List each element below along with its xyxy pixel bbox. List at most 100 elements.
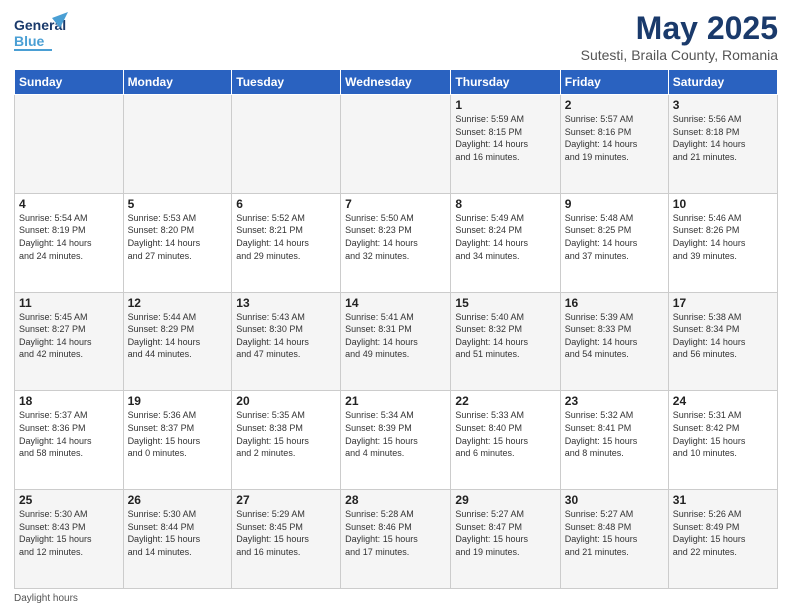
day-number: 20	[236, 394, 336, 408]
calendar-week-3: 11Sunrise: 5:45 AM Sunset: 8:27 PM Dayli…	[15, 292, 778, 391]
calendar-cell: 30Sunrise: 5:27 AM Sunset: 8:48 PM Dayli…	[560, 490, 668, 589]
weekday-header-wednesday: Wednesday	[341, 70, 451, 95]
day-info: Sunrise: 5:49 AM Sunset: 8:24 PM Dayligh…	[455, 212, 555, 262]
day-info: Sunrise: 5:57 AM Sunset: 8:16 PM Dayligh…	[565, 113, 664, 163]
calendar-cell: 16Sunrise: 5:39 AM Sunset: 8:33 PM Dayli…	[560, 292, 668, 391]
day-info: Sunrise: 5:44 AM Sunset: 8:29 PM Dayligh…	[128, 311, 228, 361]
calendar-cell: 29Sunrise: 5:27 AM Sunset: 8:47 PM Dayli…	[451, 490, 560, 589]
day-info: Sunrise: 5:39 AM Sunset: 8:33 PM Dayligh…	[565, 311, 664, 361]
day-number: 24	[673, 394, 773, 408]
day-number: 30	[565, 493, 664, 507]
calendar-cell: 18Sunrise: 5:37 AM Sunset: 8:36 PM Dayli…	[15, 391, 124, 490]
day-number: 29	[455, 493, 555, 507]
weekday-header-friday: Friday	[560, 70, 668, 95]
day-number: 10	[673, 197, 773, 211]
calendar-cell: 25Sunrise: 5:30 AM Sunset: 8:43 PM Dayli…	[15, 490, 124, 589]
weekday-header-row: SundayMondayTuesdayWednesdayThursdayFrid…	[15, 70, 778, 95]
weekday-header-tuesday: Tuesday	[232, 70, 341, 95]
day-info: Sunrise: 5:29 AM Sunset: 8:45 PM Dayligh…	[236, 508, 336, 558]
day-info: Sunrise: 5:50 AM Sunset: 8:23 PM Dayligh…	[345, 212, 446, 262]
day-number: 15	[455, 296, 555, 310]
day-number: 31	[673, 493, 773, 507]
calendar-week-4: 18Sunrise: 5:37 AM Sunset: 8:36 PM Dayli…	[15, 391, 778, 490]
calendar-cell: 21Sunrise: 5:34 AM Sunset: 8:39 PM Dayli…	[341, 391, 451, 490]
day-info: Sunrise: 5:37 AM Sunset: 8:36 PM Dayligh…	[19, 409, 119, 459]
day-number: 7	[345, 197, 446, 211]
calendar-week-1: 1Sunrise: 5:59 AM Sunset: 8:15 PM Daylig…	[15, 95, 778, 194]
day-number: 26	[128, 493, 228, 507]
day-info: Sunrise: 5:40 AM Sunset: 8:32 PM Dayligh…	[455, 311, 555, 361]
day-info: Sunrise: 5:56 AM Sunset: 8:18 PM Dayligh…	[673, 113, 773, 163]
day-number: 21	[345, 394, 446, 408]
calendar-page: General Blue May 2025 Sutesti, Braila Co…	[0, 0, 792, 612]
day-number: 11	[19, 296, 119, 310]
day-number: 9	[565, 197, 664, 211]
calendar-cell: 23Sunrise: 5:32 AM Sunset: 8:41 PM Dayli…	[560, 391, 668, 490]
weekday-header-saturday: Saturday	[668, 70, 777, 95]
calendar-week-5: 25Sunrise: 5:30 AM Sunset: 8:43 PM Dayli…	[15, 490, 778, 589]
day-info: Sunrise: 5:31 AM Sunset: 8:42 PM Dayligh…	[673, 409, 773, 459]
title-section: May 2025 Sutesti, Braila County, Romania	[581, 10, 778, 63]
subtitle: Sutesti, Braila County, Romania	[581, 47, 778, 63]
day-info: Sunrise: 5:46 AM Sunset: 8:26 PM Dayligh…	[673, 212, 773, 262]
calendar-cell: 22Sunrise: 5:33 AM Sunset: 8:40 PM Dayli…	[451, 391, 560, 490]
day-number: 5	[128, 197, 228, 211]
day-info: Sunrise: 5:45 AM Sunset: 8:27 PM Dayligh…	[19, 311, 119, 361]
calendar-cell: 11Sunrise: 5:45 AM Sunset: 8:27 PM Dayli…	[15, 292, 124, 391]
day-number: 2	[565, 98, 664, 112]
calendar-cell: 9Sunrise: 5:48 AM Sunset: 8:25 PM Daylig…	[560, 193, 668, 292]
day-number: 28	[345, 493, 446, 507]
main-title: May 2025	[581, 10, 778, 47]
calendar-cell: 5Sunrise: 5:53 AM Sunset: 8:20 PM Daylig…	[123, 193, 232, 292]
calendar-cell: 4Sunrise: 5:54 AM Sunset: 8:19 PM Daylig…	[15, 193, 124, 292]
calendar-cell: 7Sunrise: 5:50 AM Sunset: 8:23 PM Daylig…	[341, 193, 451, 292]
weekday-header-thursday: Thursday	[451, 70, 560, 95]
calendar-cell: 1Sunrise: 5:59 AM Sunset: 8:15 PM Daylig…	[451, 95, 560, 194]
day-info: Sunrise: 5:48 AM Sunset: 8:25 PM Dayligh…	[565, 212, 664, 262]
day-number: 25	[19, 493, 119, 507]
day-info: Sunrise: 5:36 AM Sunset: 8:37 PM Dayligh…	[128, 409, 228, 459]
weekday-header-monday: Monday	[123, 70, 232, 95]
day-number: 3	[673, 98, 773, 112]
calendar-cell: 10Sunrise: 5:46 AM Sunset: 8:26 PM Dayli…	[668, 193, 777, 292]
header: General Blue May 2025 Sutesti, Braila Co…	[14, 10, 778, 63]
day-info: Sunrise: 5:43 AM Sunset: 8:30 PM Dayligh…	[236, 311, 336, 361]
day-number: 8	[455, 197, 555, 211]
day-info: Sunrise: 5:59 AM Sunset: 8:15 PM Dayligh…	[455, 113, 555, 163]
day-info: Sunrise: 5:41 AM Sunset: 8:31 PM Dayligh…	[345, 311, 446, 361]
calendar-cell: 12Sunrise: 5:44 AM Sunset: 8:29 PM Dayli…	[123, 292, 232, 391]
weekday-header-sunday: Sunday	[15, 70, 124, 95]
calendar-cell	[341, 95, 451, 194]
calendar-cell: 28Sunrise: 5:28 AM Sunset: 8:46 PM Dayli…	[341, 490, 451, 589]
calendar-cell: 3Sunrise: 5:56 AM Sunset: 8:18 PM Daylig…	[668, 95, 777, 194]
calendar-cell	[15, 95, 124, 194]
day-number: 1	[455, 98, 555, 112]
day-info: Sunrise: 5:30 AM Sunset: 8:44 PM Dayligh…	[128, 508, 228, 558]
calendar-cell: 15Sunrise: 5:40 AM Sunset: 8:32 PM Dayli…	[451, 292, 560, 391]
day-number: 16	[565, 296, 664, 310]
calendar-cell: 26Sunrise: 5:30 AM Sunset: 8:44 PM Dayli…	[123, 490, 232, 589]
day-info: Sunrise: 5:26 AM Sunset: 8:49 PM Dayligh…	[673, 508, 773, 558]
day-number: 17	[673, 296, 773, 310]
day-number: 22	[455, 394, 555, 408]
day-info: Sunrise: 5:32 AM Sunset: 8:41 PM Dayligh…	[565, 409, 664, 459]
day-number: 14	[345, 296, 446, 310]
day-number: 27	[236, 493, 336, 507]
calendar-cell: 13Sunrise: 5:43 AM Sunset: 8:30 PM Dayli…	[232, 292, 341, 391]
day-number: 4	[19, 197, 119, 211]
day-info: Sunrise: 5:30 AM Sunset: 8:43 PM Dayligh…	[19, 508, 119, 558]
calendar-cell: 8Sunrise: 5:49 AM Sunset: 8:24 PM Daylig…	[451, 193, 560, 292]
calendar-cell: 20Sunrise: 5:35 AM Sunset: 8:38 PM Dayli…	[232, 391, 341, 490]
day-info: Sunrise: 5:27 AM Sunset: 8:48 PM Dayligh…	[565, 508, 664, 558]
calendar-cell	[123, 95, 232, 194]
day-number: 13	[236, 296, 336, 310]
calendar-week-2: 4Sunrise: 5:54 AM Sunset: 8:19 PM Daylig…	[15, 193, 778, 292]
day-info: Sunrise: 5:27 AM Sunset: 8:47 PM Dayligh…	[455, 508, 555, 558]
calendar-cell	[232, 95, 341, 194]
day-number: 12	[128, 296, 228, 310]
calendar-body: 1Sunrise: 5:59 AM Sunset: 8:15 PM Daylig…	[15, 95, 778, 589]
calendar-cell: 14Sunrise: 5:41 AM Sunset: 8:31 PM Dayli…	[341, 292, 451, 391]
calendar-cell: 24Sunrise: 5:31 AM Sunset: 8:42 PM Dayli…	[668, 391, 777, 490]
logo-svg: General Blue	[14, 10, 68, 54]
calendar-cell: 19Sunrise: 5:36 AM Sunset: 8:37 PM Dayli…	[123, 391, 232, 490]
